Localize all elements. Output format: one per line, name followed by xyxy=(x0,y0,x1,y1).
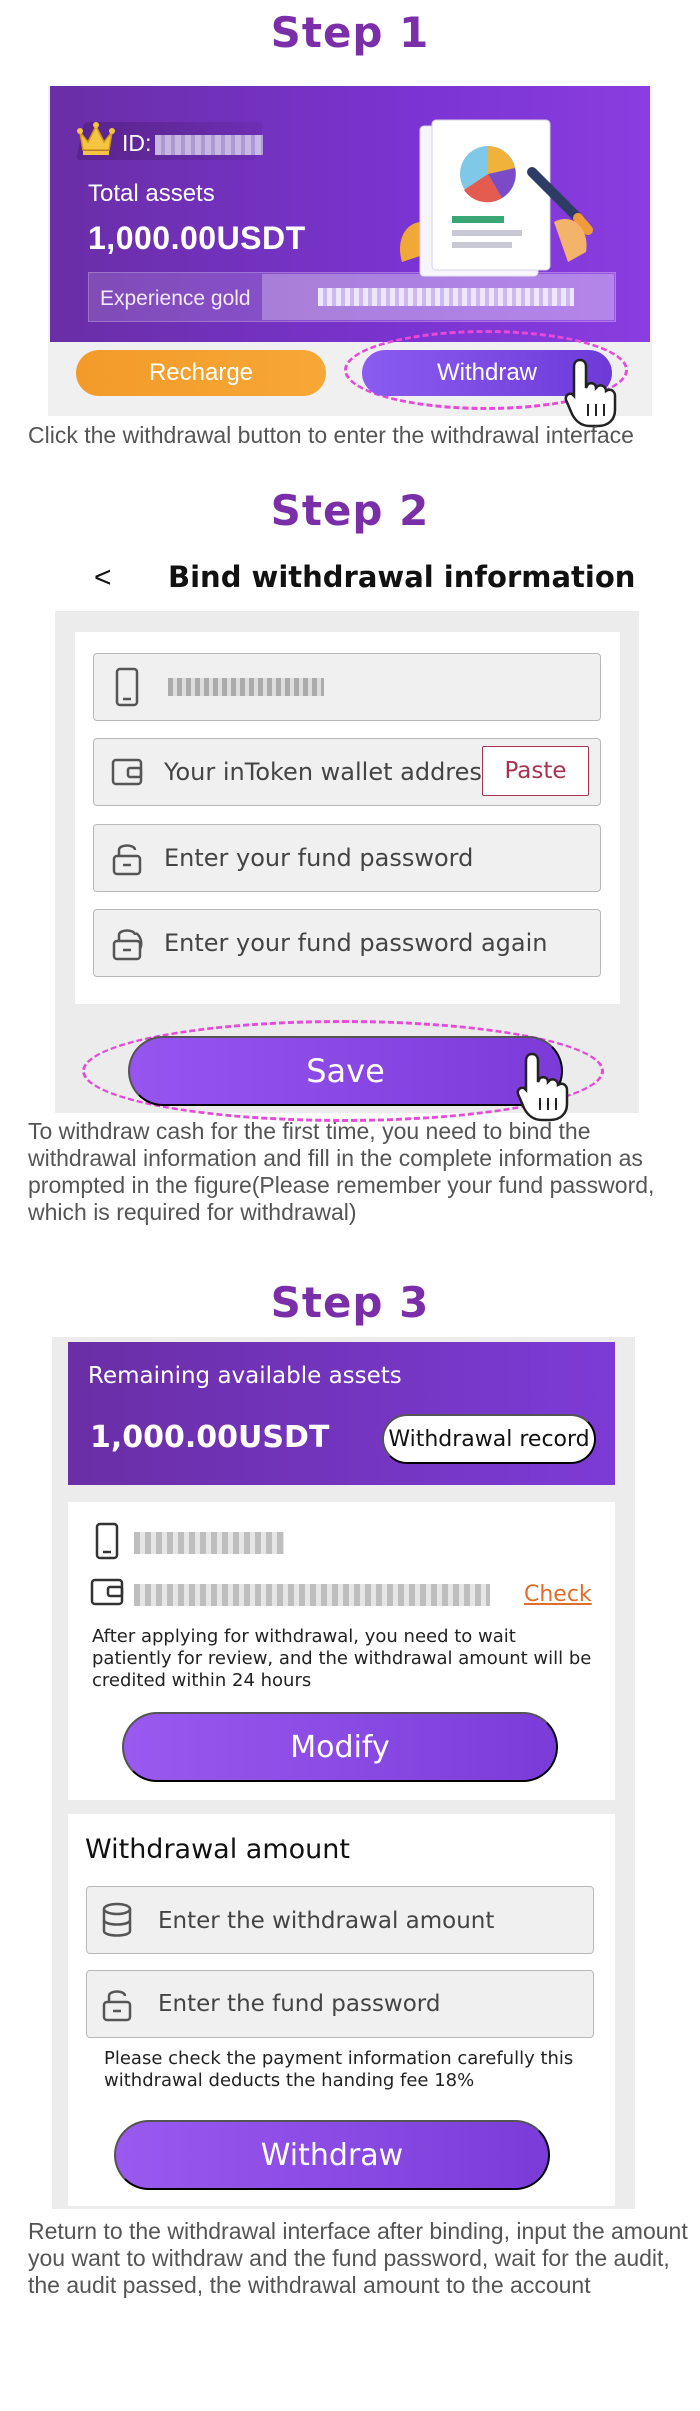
wallet-icon xyxy=(90,1578,124,1606)
experience-gold-label: Experience gold xyxy=(100,287,251,310)
wallet-address-placeholder: Your inToken wallet address xyxy=(164,758,495,786)
recharge-button[interactable]: Recharge xyxy=(76,350,326,396)
lock-icon xyxy=(112,844,142,876)
fund-password-placeholder: Enter your fund password xyxy=(164,844,474,872)
modify-button[interactable]: Modify xyxy=(122,1712,558,1782)
wallet-icon xyxy=(111,758,143,786)
withdrawal-amount-title: Withdrawal amount xyxy=(85,1834,350,1865)
fund-password-placeholder: Enter the fund password xyxy=(158,1991,441,2017)
user-id: ID: xyxy=(122,130,264,157)
user-id-blurred-value xyxy=(155,134,264,155)
step3-title: Step 3 xyxy=(270,1278,430,1327)
bound-phone-blurred xyxy=(134,1532,284,1554)
phone-icon xyxy=(115,667,139,707)
total-assets-label: Total assets xyxy=(88,180,215,207)
total-assets-value: 1,000.00USDT xyxy=(88,220,306,256)
lock-icon xyxy=(102,1990,132,2022)
review-note: After applying for withdrawal, you need … xyxy=(92,1626,592,1691)
phone-number-blurred xyxy=(168,678,324,696)
crown-icon xyxy=(77,122,115,155)
experience-gold-blurred-value xyxy=(318,288,574,306)
withdrawal-amount-placeholder: Enter the withdrawal amount xyxy=(158,1908,495,1934)
check-link[interactable]: Check xyxy=(524,1582,592,1607)
save-button[interactable]: Save xyxy=(128,1036,563,1106)
withdrawal-record-button[interactable]: Withdrawal record xyxy=(382,1414,596,1464)
document-chart-illustration xyxy=(400,119,593,277)
step2-title: Step 2 xyxy=(270,486,430,535)
paste-button[interactable]: Paste xyxy=(482,746,589,796)
hand-pointer-icon xyxy=(516,1052,569,1122)
step3-caption: Return to the withdrawal interface after… xyxy=(28,2218,688,2298)
lock-repeat-icon xyxy=(112,929,143,961)
hand-pointer-icon xyxy=(564,358,617,428)
step1-title: Step 1 xyxy=(270,8,430,57)
bind-info-title: Bind withdrawal information xyxy=(168,560,636,594)
phone-icon xyxy=(95,1522,119,1560)
fund-password-again-placeholder: Enter your fund password again xyxy=(164,929,548,957)
step1-caption: Click the withdrawal button to enter the… xyxy=(28,422,634,448)
back-button[interactable]: < xyxy=(94,561,112,595)
withdraw-submit-button[interactable]: Withdraw xyxy=(114,2120,550,2190)
fee-note: Please check the payment information car… xyxy=(104,2048,574,2091)
step2-caption: To withdraw cash for the first time, you… xyxy=(28,1118,655,1225)
bound-wallet-blurred xyxy=(134,1584,490,1606)
remaining-assets-value: 1,000.00USDT xyxy=(90,1420,330,1455)
remaining-assets-label: Remaining available assets xyxy=(88,1363,402,1389)
database-icon xyxy=(102,1902,132,1937)
